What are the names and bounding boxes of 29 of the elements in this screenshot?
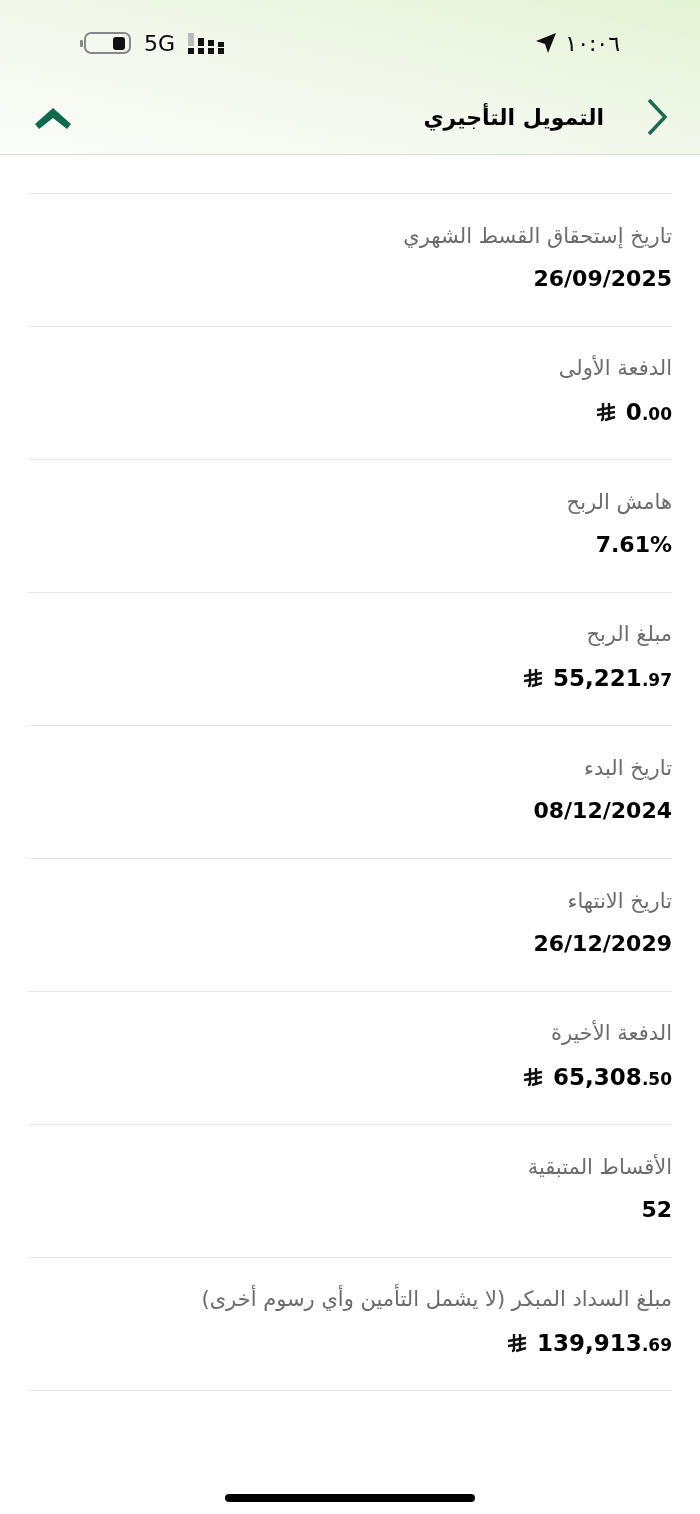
field-label: تاريخ البدء: [583, 754, 672, 782]
field-label: الأقساط المتبقية: [526, 1153, 672, 1181]
field-label: تاريخ إستحقاق القسط الشهري: [402, 222, 672, 251]
location-arrow-icon: [535, 32, 558, 54]
riyal-icon: [507, 1332, 528, 1353]
field-label: الدفعة الأولى: [557, 354, 672, 382]
status-time: ١٠:٠٦: [565, 29, 620, 58]
amount-value: 65,308.50: [553, 1062, 672, 1092]
battery-icon: [80, 31, 132, 55]
signal-icon: [187, 31, 226, 55]
field-label: تاريخ الانتهاء: [566, 887, 672, 915]
amount-value: 0.00: [625, 397, 672, 427]
field-label: مبلغ الربح: [585, 621, 672, 648]
back-chevron-icon[interactable]: [646, 98, 668, 136]
field-label: الدفعة الأخيرة: [549, 1019, 672, 1047]
amount-value: 139,913.69: [537, 1328, 672, 1358]
riyal-icon: [523, 667, 544, 688]
riyal-icon: [595, 401, 616, 422]
field-value: 26/12/2029: [533, 930, 672, 959]
field-value: 7.61%: [595, 531, 672, 560]
field-value: 08/12/2024: [533, 797, 672, 826]
field-value: 26/09/2025: [533, 265, 672, 294]
riyal-icon: [523, 1066, 544, 1087]
field-label: مبلغ السداد المبكر (لا يشمل التأمين وأي رسوم أخرى): [28, 1284, 672, 1316]
field-label: هامش الربح: [565, 488, 672, 516]
field-value: 52: [641, 1196, 672, 1225]
page-title: التمويل التأجيري: [423, 102, 604, 133]
network-label: 5G: [144, 29, 176, 58]
amount-value: 55,221.97: [553, 663, 672, 693]
